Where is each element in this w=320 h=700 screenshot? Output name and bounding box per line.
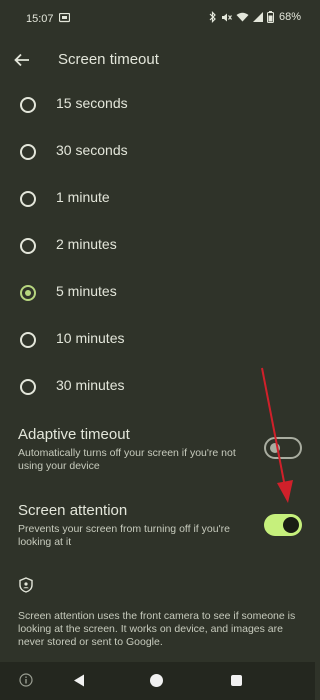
option-label: 1 minute (56, 189, 110, 205)
option-label: 5 minutes (56, 283, 117, 299)
back-button[interactable] (10, 48, 34, 72)
adaptive-timeout-subtitle: Automatically turns off your screen if y… (18, 447, 236, 472)
battery-percentage: 68% (278, 11, 301, 23)
adaptive-timeout-setting[interactable]: Adaptive timeout Automatically turns off… (0, 426, 315, 474)
nav-recents-icon[interactable] (231, 675, 242, 686)
toggle-knob (283, 517, 299, 533)
signal-icon (252, 12, 263, 22)
notification-icon (59, 13, 70, 23)
info-icon[interactable] (19, 673, 33, 687)
back-arrow-icon (14, 53, 29, 67)
status-icons: 68% (209, 11, 301, 23)
option-label: 15 seconds (56, 95, 128, 111)
radio-button[interactable] (20, 379, 36, 395)
page-title: Screen timeout (58, 51, 159, 68)
timeout-option[interactable]: 30 seconds (0, 128, 315, 175)
timeout-option-selected[interactable]: 5 minutes (0, 269, 315, 316)
mute-icon (221, 13, 232, 21)
timeout-options-list: 15 seconds 30 seconds 1 minute 2 minutes… (0, 81, 315, 410)
radio-button[interactable] (20, 332, 36, 348)
adaptive-timeout-toggle[interactable] (264, 437, 302, 459)
timeout-option[interactable]: 10 minutes (0, 316, 315, 363)
shield-icon (19, 577, 33, 593)
radio-button-checked[interactable] (20, 285, 36, 301)
nav-home-icon[interactable] (150, 674, 163, 687)
screen-attention-subtitle: Prevents your screen from turning off if… (18, 523, 230, 548)
radio-button[interactable] (20, 191, 36, 207)
bluetooth-icon (209, 11, 216, 23)
timeout-option[interactable]: 2 minutes (0, 222, 315, 269)
timeout-option[interactable]: 30 minutes (0, 363, 315, 410)
radio-button[interactable] (20, 97, 36, 113)
radio-button[interactable] (20, 238, 36, 254)
screen-attention-title: Screen attention (18, 502, 128, 519)
timeout-option[interactable]: 15 seconds (0, 81, 315, 128)
wifi-icon (236, 12, 249, 22)
battery-icon (266, 11, 274, 23)
adaptive-timeout-title: Adaptive timeout (18, 426, 130, 443)
app-bar: Screen timeout (0, 42, 315, 78)
toggle-knob (270, 443, 280, 453)
screen-attention-toggle[interactable] (264, 514, 302, 536)
option-label: 30 minutes (56, 377, 125, 393)
screen-attention-note: Screen attention uses the front camera t… (18, 610, 296, 648)
nav-back-icon[interactable] (73, 674, 85, 687)
radio-button[interactable] (20, 144, 36, 160)
screen-attention-setting[interactable]: Screen attention Prevents your screen fr… (0, 502, 315, 552)
option-label: 30 seconds (56, 142, 128, 158)
timeout-option[interactable]: 1 minute (0, 175, 315, 222)
status-bar: 15:07 68% (0, 0, 315, 38)
option-label: 2 minutes (56, 236, 117, 252)
status-time: 15:07 (26, 13, 54, 25)
navigation-bar (0, 662, 315, 700)
option-label: 10 minutes (56, 330, 125, 346)
